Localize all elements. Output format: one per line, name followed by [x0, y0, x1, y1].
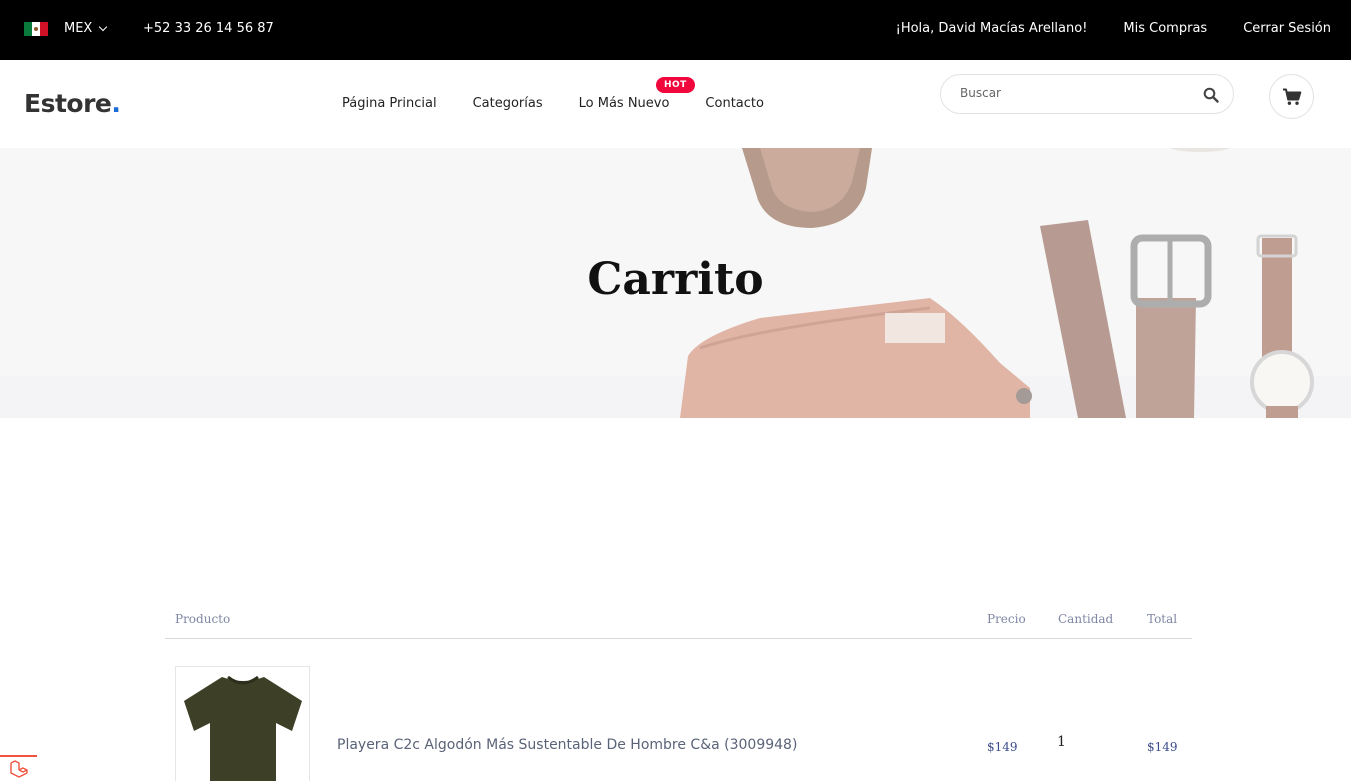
country-label: MEX — [64, 21, 93, 36]
tshirt-image — [184, 675, 302, 781]
column-header-product: Producto — [175, 612, 231, 626]
search-box — [940, 74, 1234, 114]
cart-table-header: Producto Precio Cantidad Total — [165, 598, 1192, 639]
nav-item-contact[interactable]: Contacto — [705, 96, 764, 111]
column-header-quantity: Cantidad — [1058, 612, 1114, 626]
product-image[interactable] — [175, 666, 310, 781]
hot-badge: HOT — [656, 77, 695, 93]
account-links: ¡Hola, David Macías Arellano! Mis Compra… — [896, 21, 1331, 36]
phone-number: +52 33 26 14 56 87 — [143, 21, 274, 36]
logout-link[interactable]: Cerrar Sesión — [1243, 21, 1331, 36]
column-header-price: Precio — [987, 612, 1026, 626]
product-price: $149 — [987, 740, 1018, 754]
logo-dot: . — [111, 89, 121, 118]
search-input[interactable] — [960, 86, 1190, 100]
cart-button[interactable] — [1269, 74, 1314, 119]
laravel-icon — [9, 760, 28, 778]
country-selector[interactable]: MEX — [64, 21, 108, 36]
main-header: Estore. Página Princial Categorías Lo Má… — [0, 60, 1351, 148]
mexico-flag-icon — [24, 22, 48, 36]
logo-text: Estore — [24, 89, 112, 118]
product-quantity[interactable]: 1 — [1057, 734, 1066, 750]
logo[interactable]: Estore. — [24, 89, 121, 118]
product-name[interactable]: Playera C2c Algodón Más Sustentable De H… — [337, 737, 797, 753]
column-header-total: Total — [1147, 612, 1178, 626]
greeting-link[interactable]: ¡Hola, David Macías Arellano! — [896, 21, 1088, 36]
chevron-down-icon — [99, 22, 108, 31]
hero-banner: Carrito — [0, 148, 1351, 418]
page-title: Carrito — [587, 254, 764, 305]
laravel-debugbar-icon[interactable] — [0, 755, 37, 781]
my-purchases-link[interactable]: Mis Compras — [1123, 21, 1207, 36]
nav-item-newest[interactable]: Lo Más Nuevo — [579, 96, 670, 111]
search-icon[interactable] — [1203, 87, 1219, 103]
nav-item-categories[interactable]: Categorías — [473, 96, 543, 111]
product-total: $149 — [1147, 740, 1178, 754]
nav-item-home[interactable]: Página Princial — [342, 96, 437, 111]
main-nav: Página Princial Categorías Lo Más Nuevo … — [342, 96, 764, 111]
cart-icon — [1282, 88, 1301, 105]
top-bar: MEX +52 33 26 14 56 87 ¡Hola, David Mací… — [0, 0, 1351, 60]
